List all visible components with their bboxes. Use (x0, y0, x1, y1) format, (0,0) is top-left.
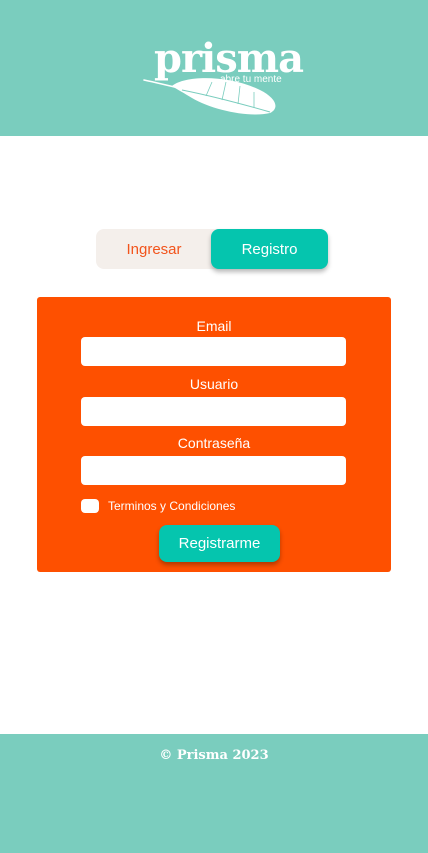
logo-tagline: abre tu mente (220, 74, 282, 85)
tab-ingresar[interactable]: Ingresar (96, 229, 212, 269)
register-button[interactable]: Registrarme (159, 525, 280, 562)
email-field[interactable] (81, 337, 346, 366)
tab-registro[interactable]: Registro (211, 229, 328, 269)
password-field[interactable] (81, 456, 346, 485)
header: prisma abre tu mente (0, 0, 428, 136)
username-label: Usuario (189, 376, 239, 392)
terms-label[interactable]: Terminos y Condiciones (108, 499, 235, 513)
email-label: Email (196, 318, 232, 334)
username-field[interactable] (81, 397, 346, 426)
register-form: Email Usuario Contraseña Terminos y Cond… (37, 297, 391, 572)
terms-row: Terminos y Condiciones (81, 499, 235, 513)
prisma-logo[interactable]: prisma abre tu mente (140, 36, 304, 118)
auth-tabs: Ingresar Registro (96, 229, 328, 269)
terms-checkbox[interactable] (81, 499, 99, 513)
copyright-text: © Prisma 2023 (159, 748, 269, 763)
password-label: Contraseña (177, 435, 251, 451)
footer: © Prisma 2023 (0, 734, 428, 853)
